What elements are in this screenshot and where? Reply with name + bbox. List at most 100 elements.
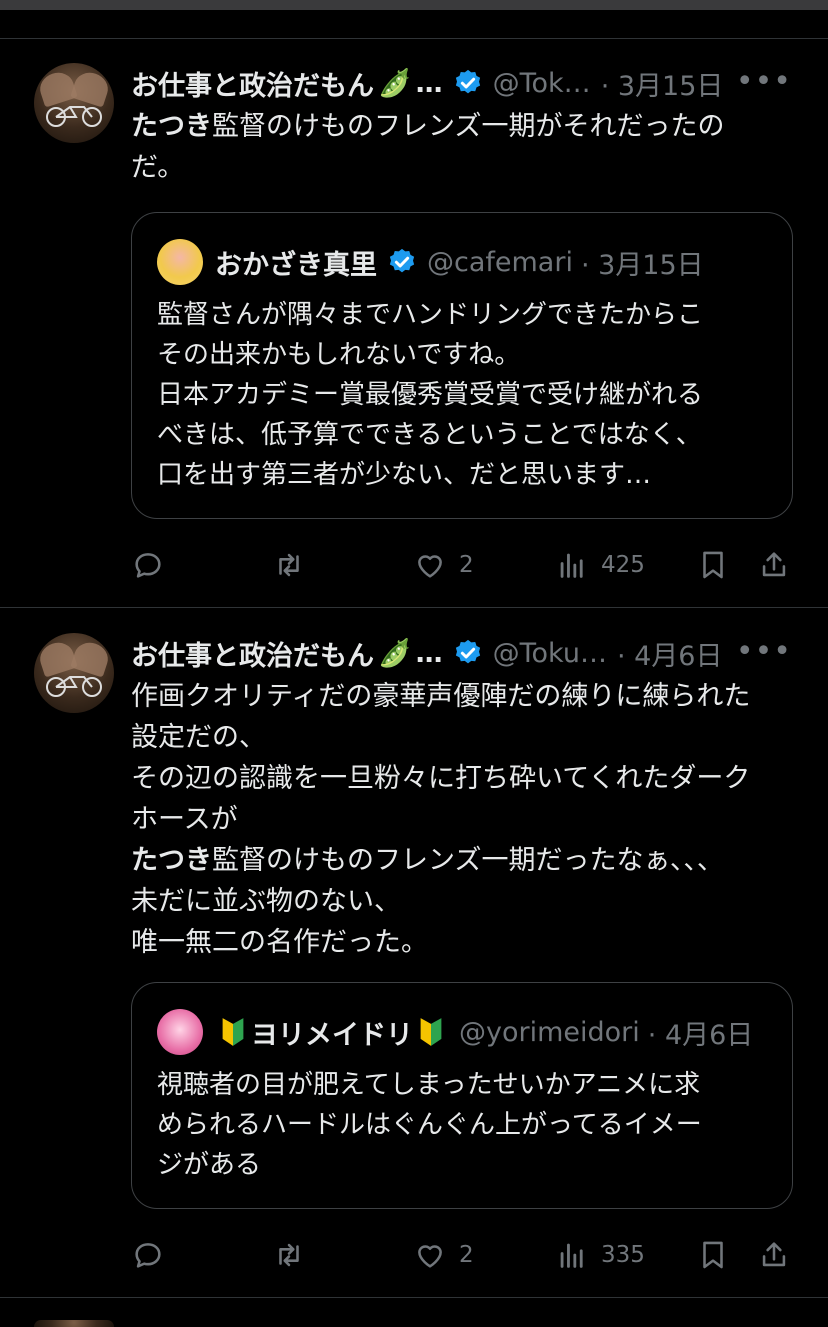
verified-badge-icon — [455, 639, 480, 664]
quoted-tweet[interactable]: ヨリメイドリ @yorimeidori · 4月6日 視聴者の目が肥えてしまった… — [131, 982, 793, 1209]
tweet-text: たつき監督のけものフレンズ一期がそれだったの だ。 — [131, 106, 791, 188]
divider — [0, 38, 828, 39]
next-tweet-avatar-partial[interactable] — [34, 1320, 114, 1327]
tweet-date[interactable]: · 3月15日 — [601, 64, 724, 103]
tweet-header: お仕事と政治だもん 🫛 … @Toku… · 4月6日 — [131, 633, 723, 673]
quote-line: ジがある — [157, 1150, 262, 1180]
retweet-icon — [279, 1243, 299, 1267]
tweet-date[interactable]: · 4月6日 — [617, 634, 723, 673]
reply-icon — [135, 553, 161, 578]
bold-mention: たつき — [131, 111, 212, 142]
views-button[interactable]: 335 — [555, 1235, 645, 1275]
share-button[interactable] — [757, 1235, 791, 1275]
quote-line: められるハードルはぐんぐん上がってるイメー — [157, 1110, 702, 1140]
text-segment: 監督のけものフレンズ一期だったなぁ、、、 — [212, 845, 724, 876]
quote-line: 日本アカデミー賞最優秀賞受賞で受け継がれる — [157, 380, 704, 410]
reply-icon — [135, 1243, 161, 1268]
text-segment: その辺の認識を一旦粉々に打ち砕いてくれたダーク — [131, 763, 751, 794]
share-icon — [762, 552, 786, 577]
quote-author-name[interactable]: おかざき真里 — [215, 243, 377, 282]
views-bar-icon — [560, 553, 583, 578]
quote-line: べきは、低予算でできるということではなく、 — [157, 420, 702, 450]
text-line: ホースが — [131, 799, 791, 840]
tweet-actions: 2 335 — [131, 1235, 791, 1275]
like-count: 2 — [459, 552, 474, 578]
quote-line: 視聴者の目が肥えてしまったせいかアニメに求 — [157, 1070, 701, 1100]
quote-author-handle[interactable]: @cafemari — [427, 247, 573, 278]
text-line: たつき監督のけものフレンズ一期がそれだったの — [131, 106, 791, 147]
more-options-icon[interactable]: ••• — [736, 62, 792, 102]
text-segment: ホースが — [131, 804, 238, 835]
text-segment: 監督のけものフレンズ一期がそれだったの — [212, 111, 725, 142]
author-name[interactable]: お仕事と政治だもん — [131, 634, 374, 673]
quote-avatar[interactable] — [157, 239, 203, 285]
heart-icon — [418, 1245, 442, 1268]
quoted-tweet[interactable]: おかざき真里 @cafemari · 3月15日 監督さんが隅々までハンドリング… — [131, 212, 793, 519]
bookmark-icon — [703, 551, 723, 579]
views-bar-icon — [560, 1243, 583, 1268]
share-icon — [762, 1242, 786, 1267]
verified-badge-icon — [389, 248, 415, 273]
pea-pod-emoji: 🫛 — [378, 68, 412, 99]
avatar[interactable] — [34, 633, 114, 713]
author-handle[interactable]: @Tok… — [493, 68, 591, 99]
bookmark-button[interactable] — [696, 545, 730, 585]
bookmark-button[interactable] — [696, 1235, 730, 1275]
quote-line: 監督さんが隅々までハンドリングできたからこ — [157, 300, 704, 330]
quote-line: その出来かもしれないですね。 — [157, 340, 521, 370]
reply-button[interactable] — [131, 1235, 165, 1275]
avatar[interactable] — [34, 63, 114, 143]
name-ellipsis: … — [415, 67, 443, 99]
divider — [0, 607, 828, 608]
quote-text: 監督さんが隅々までハンドリングできたからこ その出来かもしれないですね。 日本ア… — [157, 295, 777, 495]
status-bar-strip — [0, 0, 828, 10]
quote-author-handle[interactable]: @yorimeidori — [459, 1017, 640, 1048]
pea-pod-emoji: 🫛 — [378, 638, 412, 669]
retweet-icon — [279, 553, 299, 577]
quote-line: 口を出す第三者が少ない、だと思います… — [157, 460, 652, 490]
wakaba-mark-icon — [420, 1018, 442, 1046]
heart-icon — [418, 555, 442, 578]
name-ellipsis: … — [415, 637, 443, 669]
retweet-button[interactable] — [272, 1235, 306, 1275]
author-name[interactable]: お仕事と政治だもん — [131, 64, 374, 103]
text-segment: 設定だの、 — [131, 722, 266, 753]
view-count: 425 — [601, 552, 645, 578]
text-line: 未だに並ぶ物のない、 — [131, 881, 791, 922]
text-segment: 唯一無二の名作だった。 — [131, 927, 428, 958]
text-line: だ。 — [131, 147, 791, 188]
view-count: 335 — [601, 1242, 645, 1268]
share-button[interactable] — [757, 545, 791, 585]
text-line: 作画クオリティだの豪華声優陣だの練りに練られた — [131, 676, 791, 717]
views-button[interactable]: 425 — [555, 545, 645, 585]
tweet-actions: 2 425 — [131, 545, 791, 585]
like-button[interactable]: 2 — [413, 545, 474, 585]
quote-header: ヨリメイドリ @yorimeidori · 4月6日 — [157, 1007, 753, 1057]
text-segment: だ。 — [131, 152, 185, 183]
verified-badge-icon — [455, 69, 480, 94]
quote-avatar[interactable] — [157, 1009, 203, 1055]
like-button[interactable]: 2 — [413, 1235, 474, 1275]
text-line: 唯一無二の名作だった。 — [131, 922, 791, 963]
retweet-button[interactable] — [272, 545, 306, 585]
quote-text: 視聴者の目が肥えてしまったせいかアニメに求 められるハードルはぐんぐん上がってる… — [157, 1065, 777, 1185]
author-handle[interactable]: @Toku… — [493, 638, 607, 669]
more-options-icon[interactable]: ••• — [736, 632, 792, 672]
wakaba-mark-icon — [222, 1018, 244, 1046]
tweet-text: 作画クオリティだの豪華声優陣だの練りに練られた 設定だの、 その辺の認識を一旦粉… — [131, 676, 791, 963]
like-count: 2 — [459, 1242, 474, 1268]
divider — [0, 1297, 828, 1298]
text-line: たつき監督のけものフレンズ一期だったなぁ、、、 — [131, 840, 791, 881]
quote-date[interactable]: · 3月15日 — [581, 243, 704, 282]
quote-header: おかざき真里 @cafemari · 3月15日 — [157, 237, 704, 287]
text-segment: 未だに並ぶ物のない、 — [131, 886, 401, 917]
reply-button[interactable] — [131, 545, 165, 585]
quote-author-name[interactable]: ヨリメイドリ — [251, 1013, 413, 1052]
text-segment: 作画クオリティだの豪華声優陣だの練りに練られた — [131, 681, 751, 712]
bookmark-icon — [703, 1241, 723, 1269]
text-line: 設定だの、 — [131, 717, 791, 758]
text-line: その辺の認識を一旦粉々に打ち砕いてくれたダーク — [131, 758, 791, 799]
bold-mention: たつき — [131, 845, 212, 876]
quote-date[interactable]: · 4月6日 — [648, 1013, 754, 1052]
tweet-header: お仕事と政治だもん 🫛 … @Tok… · 3月15日 — [131, 63, 723, 103]
